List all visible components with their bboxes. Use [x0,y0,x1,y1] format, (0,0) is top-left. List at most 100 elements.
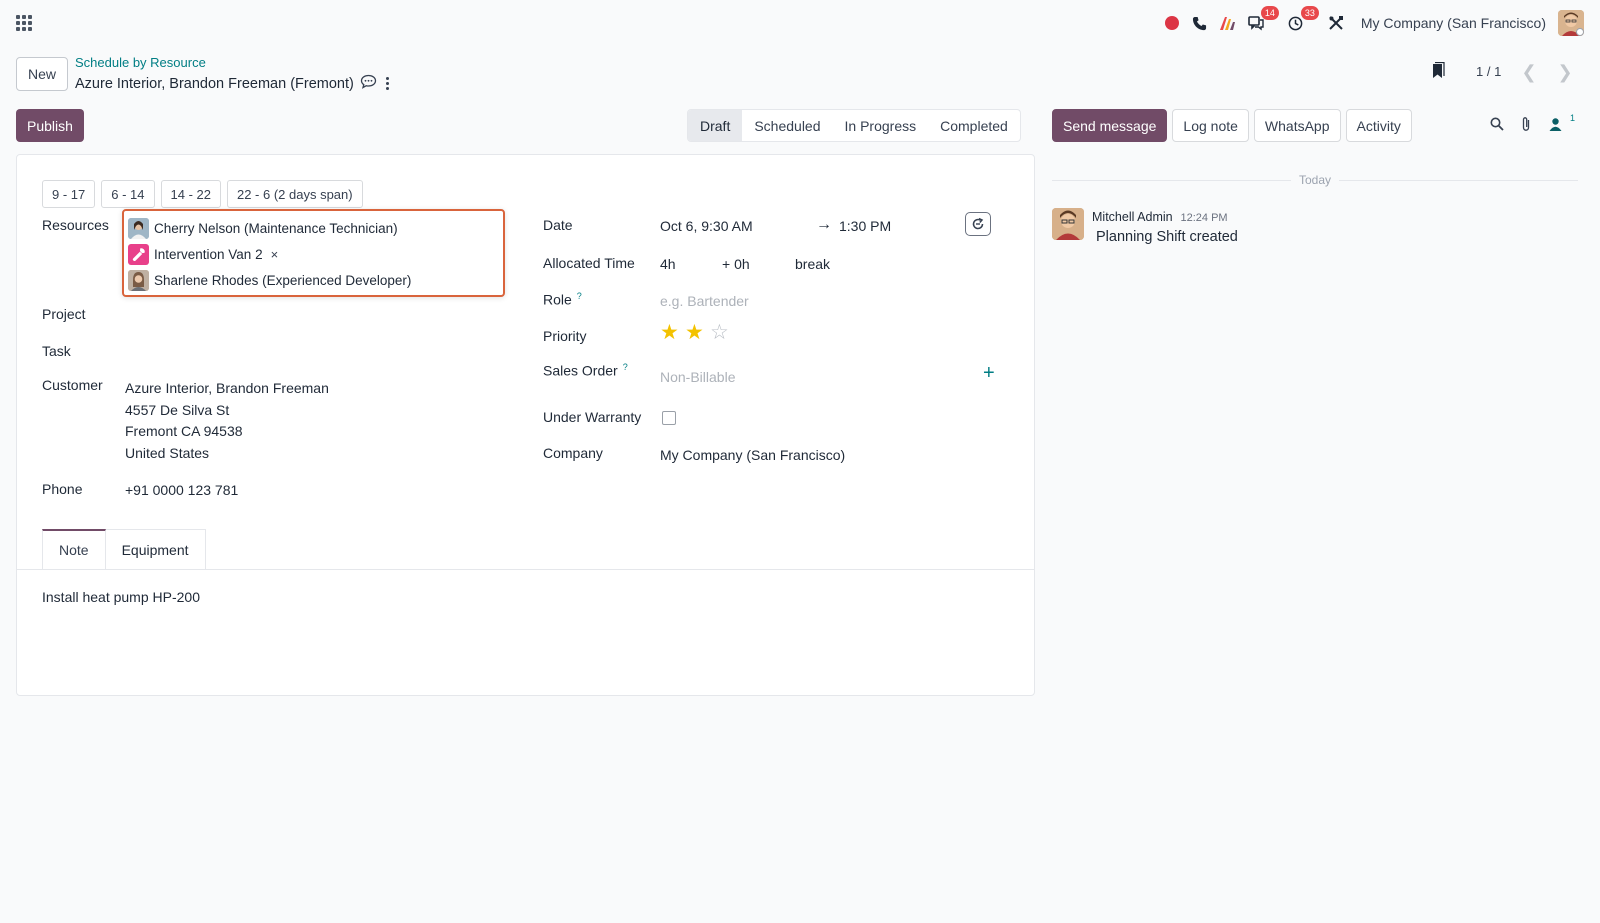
resource-name: Intervention Van 2 [154,246,263,262]
user-avatar[interactable] [1558,10,1584,36]
sales-order-label-text: Sales Order [543,362,618,379]
tab-equipment[interactable]: Equipment [105,529,206,569]
template-22-6-button[interactable]: 22 - 6 (2 days span) [226,180,363,208]
discuss-badge: 14 [1260,6,1279,20]
customer-name: Azure Interior, Brandon Freeman [125,380,329,396]
role-help-icon[interactable]: ? [577,291,582,301]
recording-indicator-icon[interactable] [1159,10,1185,36]
customer-street: 4557 De Silva St [125,401,230,418]
customer-address: Azure Interior, Brandon Freeman 4557 De … [125,378,329,464]
company-input[interactable]: My Company (San Francisco) [660,447,845,463]
notebook-tabs: Note Equipment [42,529,206,569]
search-icon[interactable] [1490,117,1504,131]
allocated-extra-input[interactable]: + 0h [722,256,750,272]
activity-badge: 33 [1300,6,1319,20]
date-end-input[interactable]: 1:30 PM [839,218,891,234]
add-sales-order-icon[interactable]: + [983,362,995,385]
priority-star-icon[interactable]: ☆ [710,322,729,343]
phone-value[interactable]: +91 0000 123 781 [125,482,238,498]
status-draft[interactable]: Draft [688,110,743,141]
phone-icon[interactable] [1187,10,1213,36]
apps-menu-icon[interactable] [16,15,32,31]
log-note-button[interactable]: Log note [1172,109,1249,142]
under-warranty-checkbox[interactable] [662,411,676,425]
publish-button[interactable]: Publish [16,109,84,142]
ai-icon[interactable] [1215,10,1241,36]
task-label: Task [42,343,71,359]
note-content[interactable]: Install heat pump HP-200 [42,589,200,605]
resource-name: Sharlene Rhodes (Experienced Developer) [154,272,412,288]
status-completed[interactable]: Completed [928,110,1020,141]
priority-star-icon[interactable]: ★ [660,322,679,343]
resources-field[interactable]: Cherry Nelson (Maintenance Technician) I… [122,209,505,297]
break-label: break [795,256,831,272]
date-start-input[interactable]: Oct 6, 9:30 AM [660,218,753,234]
role-input[interactable]: e.g. Bartender [660,293,749,309]
resource-avatar [128,269,149,291]
activity-button[interactable]: Activity [1345,109,1412,142]
resources-label: Resources [42,217,109,233]
status-in-progress[interactable]: In Progress [833,110,929,141]
project-label: Project [42,306,86,322]
sales-order-label: Sales Order? [543,362,628,379]
company-label: Company [543,445,603,461]
today-label: Today [1298,173,1332,187]
sales-order-input[interactable]: Non-Billable [660,369,735,385]
template-9-17-button[interactable]: 9 - 17 [42,180,96,208]
template-6-14-button[interactable]: 6 - 14 [101,180,155,208]
follower-count: 1 [1570,113,1576,123]
author-avatar[interactable] [1052,208,1084,240]
pager-previous-icon[interactable]: ❮ [1512,57,1546,87]
bookmark-icon[interactable] [1430,61,1446,83]
status-scheduled[interactable]: Scheduled [742,110,832,141]
activity-clock-icon[interactable]: 33 [1283,6,1319,36]
wrench-icon [128,243,149,265]
template-14-22-button[interactable]: 14 - 22 [160,180,221,208]
navbar: 14 33 My Company (San Francisco) [0,0,1600,46]
repeat-icon[interactable] [965,212,991,236]
pager-value[interactable]: 1 / 1 [1476,64,1501,79]
resource-tag[interactable]: Sharlene Rhodes (Experienced Developer) [128,267,499,293]
paperclip-icon[interactable] [1520,116,1532,132]
shift-templates: 9 - 17 6 - 14 14 - 22 22 - 6 (2 days spa… [42,180,363,208]
phone-label: Phone [42,481,83,497]
chatter-message: Mitchell Admin 12:24 PM Planning Shift c… [1052,208,1238,245]
statusbar: Draft Scheduled In Progress Completed [687,109,1021,142]
discuss-icon[interactable]: 14 [1243,6,1279,36]
date-label: Date [543,217,573,233]
tab-note[interactable]: Note [42,529,106,569]
control-panel: New Schedule by Resource Azure Interior,… [0,46,1600,146]
priority-star-icon[interactable]: ★ [685,322,704,343]
remove-tag-icon[interactable]: × [271,247,279,262]
arrow-right-icon: → [816,216,832,233]
under-warranty-label: Under Warranty [543,409,642,425]
company-switcher[interactable]: My Company (San Francisco) [1361,15,1546,31]
followers-icon[interactable]: 1 [1548,113,1575,132]
allocated-time-label: Allocated Time [543,255,635,271]
record-title-text: Azure Interior, Brandon Freeman (Fremont… [75,75,354,92]
customer-label: Customer [42,377,103,393]
sales-order-help-icon[interactable]: ? [623,362,628,372]
send-message-button[interactable]: Send message [1052,109,1168,142]
resource-tag[interactable]: Cherry Nelson (Maintenance Technician) [128,215,499,241]
chatter-thread: Today Mitchell Admin 12:24 PM Planning S… [1052,170,1578,245]
comment-icon[interactable] [360,74,377,93]
whatsapp-button[interactable]: WhatsApp [1253,109,1341,142]
new-button[interactable]: New [16,57,69,91]
message-author[interactable]: Mitchell Admin [1092,210,1173,224]
message-body: Planning Shift created [1096,229,1238,245]
chatter-toolbar: Send message Log note WhatsApp Activity [1052,109,1412,142]
date-separator: Today [1052,170,1578,190]
message-time: 12:24 PM [1180,212,1228,224]
actions-menu-icon[interactable] [380,73,394,93]
tabs-divider [17,569,1034,570]
chatter-topbar-icons: 1 [1490,113,1575,132]
allocated-hours-input[interactable]: 4h [660,256,676,272]
resource-tag[interactable]: Intervention Van 2 × [128,241,499,267]
tools-icon[interactable] [1323,10,1349,36]
systray: 14 33 My Company (San Francisco) [1157,6,1584,36]
pager-next-icon[interactable]: ❯ [1548,57,1582,87]
form-sheet: 9 - 17 6 - 14 14 - 22 22 - 6 (2 days spa… [16,154,1035,696]
breadcrumb-parent[interactable]: Schedule by Resource [75,55,206,70]
record-title: Azure Interior, Brandon Freeman (Fremont… [75,74,377,93]
